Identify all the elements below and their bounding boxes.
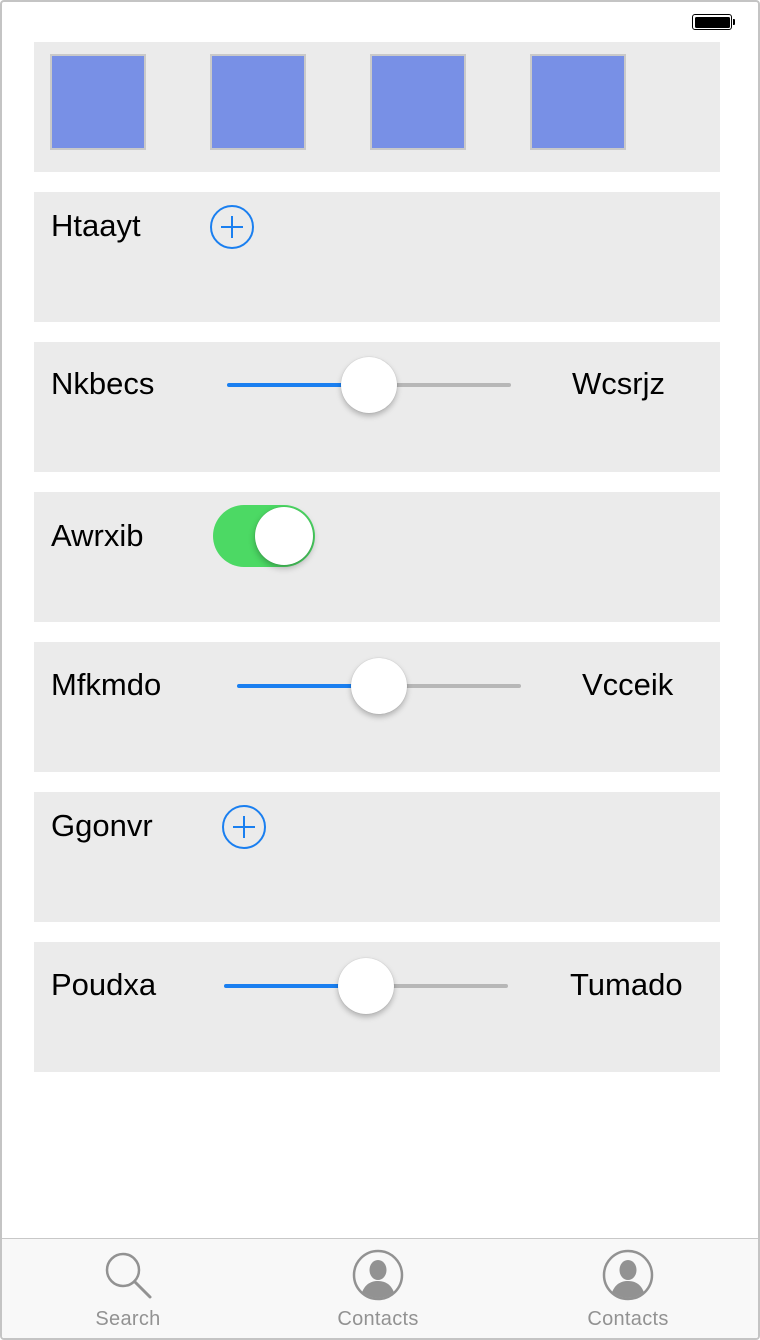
tab-contacts[interactable]: Contacts — [502, 1239, 754, 1338]
image-tile[interactable] — [370, 54, 466, 150]
row-label: Mfkmdo — [51, 667, 162, 702]
row-ggonvr: Ggonvr — [34, 792, 720, 922]
search-icon — [105, 1252, 152, 1299]
tab-label: Contacts — [587, 1308, 669, 1330]
row-nkbecs: Nkbecs Wcsrjz — [34, 342, 720, 472]
slider-thumb[interactable] — [338, 958, 394, 1014]
slider-right-label: Vcceik — [582, 667, 674, 702]
slider-thumb[interactable] — [351, 658, 407, 714]
tab-label: Contacts — [337, 1308, 419, 1330]
row-mfkmdo: Mfkmdo Vcceik — [34, 642, 720, 772]
row-awrxib: Awrxib — [34, 492, 720, 622]
battery-full-icon — [692, 14, 736, 32]
toggle-knob — [255, 507, 313, 565]
tiles-panel — [34, 42, 720, 172]
row-label: Awrxib — [51, 518, 144, 553]
plus-circle-icon[interactable] — [210, 205, 254, 249]
tab-label: Search — [95, 1308, 161, 1330]
plus-circle-icon[interactable] — [222, 805, 266, 849]
slider[interactable] — [227, 355, 511, 415]
slider[interactable] — [237, 656, 521, 716]
row-label: Ggonvr — [51, 808, 153, 843]
toggle-switch[interactable] — [213, 505, 315, 567]
contact-icon — [352, 1249, 404, 1301]
slider-right-label: Tumado — [570, 967, 683, 1002]
tab-bar: Search Contacts Contacts — [2, 1238, 758, 1338]
tab-contacts[interactable]: Contacts — [252, 1239, 504, 1338]
image-tile[interactable] — [210, 54, 306, 150]
slider[interactable] — [224, 956, 508, 1016]
image-tile[interactable] — [530, 54, 626, 150]
row-label: Htaayt — [51, 208, 141, 243]
row-htaayt: Htaayt — [34, 192, 720, 322]
row-label: Poudxa — [51, 967, 157, 1002]
row-label: Nkbecs — [51, 366, 155, 401]
slider-thumb[interactable] — [341, 357, 397, 413]
tab-search[interactable]: Search — [2, 1239, 254, 1338]
image-tile[interactable] — [50, 54, 146, 150]
app-frame: Htaayt Nkbecs Wcsrjz Awrxib Mfkmdo Vccei — [0, 0, 760, 1340]
slider-right-label: Wcsrjz — [572, 366, 665, 401]
row-poudxa: Poudxa Tumado — [34, 942, 720, 1072]
contact-icon — [602, 1249, 654, 1301]
